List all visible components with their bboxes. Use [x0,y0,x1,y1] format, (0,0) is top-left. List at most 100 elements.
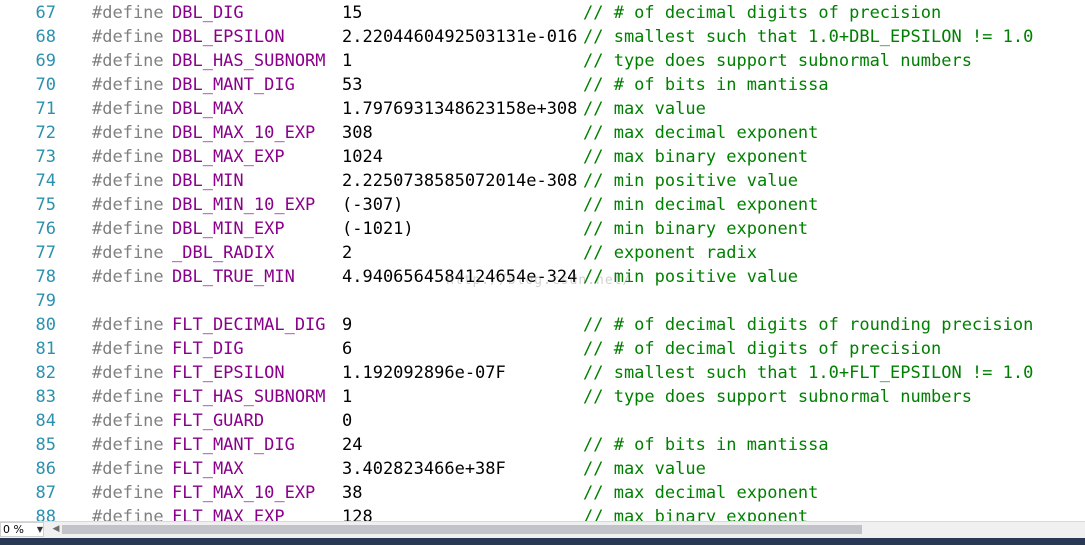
macro-name: FLT_DIG [172,339,244,359]
macro-value: 53 [342,75,363,95]
preprocessor-directive: #define [92,411,164,431]
line-number: 82 [35,363,56,383]
editor-status-bar: 0 % ▼ ◀ [0,521,1085,538]
macro-value: 2.2250738585072014e-308 [342,171,578,191]
macro-value: (-1021) [342,219,414,239]
macro-name: DBL_TRUE_MIN [172,267,295,287]
code-comment: // min binary exponent [583,219,809,239]
code-line[interactable]: 72 #define DBL_MAX_10_EXP 308 // max decimal… [0,121,1085,145]
macro-value: 1 [342,51,353,71]
code-line[interactable]: 75 #define DBL_MIN_10_EXP (-307) // min deci… [0,193,1085,217]
line-number: 69 [35,51,56,71]
line-number: 86 [35,459,56,479]
code-line[interactable]: 70 #define DBL_MANT_DIG 53 // # of bits in m… [0,73,1085,97]
code-comment: // # of decimal digits of rounding preci… [583,315,1034,335]
macro-name: FLT_MAX_EXP [172,507,285,521]
line-number: 68 [35,27,56,47]
macro-value: 0 [342,411,353,431]
code-line[interactable]: 82 #define FLT_EPSILON 1.192092896e-07F // s… [0,361,1085,385]
code-line[interactable]: 68 #define DBL_EPSILON 2.2204460492503131e-… [0,25,1085,49]
code-comment: // exponent radix [583,243,757,263]
macro-value: 1.7976931348623158e+308 [342,99,578,119]
line-number: 74 [35,171,56,191]
code-line[interactable]: 88 #define FLT_MAX_EXP 128 // max binary exp… [0,505,1085,521]
code-comment: // max binary exponent [583,147,809,167]
line-number: 85 [35,435,56,455]
preprocessor-directive: #define [92,99,164,119]
line-number: 80 [35,315,56,335]
macro-name: DBL_HAS_SUBNORM [172,51,326,71]
horizontal-scrollbar-thumb[interactable] [62,525,862,534]
macro-value: 1 [342,387,353,407]
code-line[interactable]: 87 #define FLT_MAX_10_EXP 38 // max decimal … [0,481,1085,505]
line-number: 88 [35,507,56,521]
code-line[interactable]: 85 #define FLT_MANT_DIG 24 // # of bits in m… [0,433,1085,457]
macro-name: DBL_MIN_10_EXP [172,195,316,215]
macro-value: (-307) [342,195,404,215]
macro-name: FLT_EPSILON [172,363,285,383]
line-number: 70 [35,75,56,95]
macro-name: DBL_MANT_DIG [172,75,295,95]
macro-value: 128 [342,507,373,521]
macro-value: 1.192092896e-07F [342,363,506,383]
code-comment: // max decimal exponent [583,483,819,503]
preprocessor-directive: #define [92,147,164,167]
scroll-left-icon[interactable]: ◀ [50,522,62,537]
code-comment: // # of bits in mantissa [583,435,829,455]
code-comment: // min positive value [583,171,798,191]
preprocessor-directive: #define [92,195,164,215]
line-number: 71 [35,99,56,119]
line-number: 84 [35,411,56,431]
code-line[interactable]: 81 #define FLT_DIG 6 // # of decimal digits … [0,337,1085,361]
code-editor[interactable]: 67 #define DBL_DIG 15 // # of decimal digits… [0,0,1085,521]
code-line[interactable]: 77 #define _DBL_RADIX 2 // exponent radix [0,241,1085,265]
preprocessor-directive: #define [92,459,164,479]
line-number: 87 [35,483,56,503]
preprocessor-directive: #define [92,387,164,407]
macro-name: FLT_MAX [172,459,244,479]
code-line[interactable]: 73 #define DBL_MAX_EXP 1024 // max binary ex… [0,145,1085,169]
code-line[interactable]: 83 #define FLT_HAS_SUBNORM 1 // type does su… [0,385,1085,409]
code-line[interactable]: 69 #define DBL_HAS_SUBNORM 1 // type does su… [0,49,1085,73]
macro-value: 38 [342,483,363,503]
line-number: 72 [35,123,56,143]
line-number: 79 [35,291,56,311]
code-line[interactable]: 86 #define FLT_MAX 3.402823466e+38F // max v… [0,457,1085,481]
preprocessor-directive: #define [92,435,164,455]
macro-value: 308 [342,123,373,143]
code-comment: // type does support subnormal numbers [583,387,972,407]
code-comment: // max value [583,99,706,119]
line-number: 78 [35,267,56,287]
code-line[interactable]: 71 #define DBL_MAX 1.7976931348623158e+308/… [0,97,1085,121]
code-comment: // min decimal exponent [583,195,819,215]
macro-name: FLT_MAX_10_EXP [172,483,316,503]
preprocessor-directive: #define [92,243,164,263]
preprocessor-directive: #define [92,507,164,521]
macro-name: DBL_MAX [172,99,244,119]
line-number: 81 [35,339,56,359]
preprocessor-directive: #define [92,363,164,383]
macro-value: 9 [342,315,353,335]
preprocessor-directive: #define [92,3,164,23]
macro-name: DBL_MIN_EXP [172,219,285,239]
macro-name: FLT_DECIMAL_DIG [172,315,326,335]
code-line[interactable]: 76 #define DBL_MIN_EXP (-1021) // min binary… [0,217,1085,241]
macro-name: DBL_DIG [172,3,244,23]
preprocessor-directive: #define [92,483,164,503]
code-line[interactable]: 74 #define DBL_MIN 2.2250738585072014e-308/… [0,169,1085,193]
preprocessor-directive: #define [92,267,164,287]
zoom-level-value: 0 % [3,523,24,536]
code-line[interactable]: 79 [0,289,1085,313]
macro-name: DBL_MAX_10_EXP [172,123,316,143]
macro-value: 15 [342,3,363,23]
code-comment: // max binary exponent [583,507,809,521]
preprocessor-directive: #define [92,315,164,335]
code-comment: // smallest such that 1.0+DBL_EPSILON !=… [583,27,1034,47]
code-comment: // # of bits in mantissa [583,75,829,95]
code-line[interactable]: 67 #define DBL_DIG 15 // # of decimal digits… [0,1,1085,25]
code-line[interactable]: 80 #define FLT_DECIMAL_DIG 9 // # of decimal… [0,313,1085,337]
code-comment: // # of decimal digits of precision [583,3,942,23]
code-line[interactable]: 84 #define FLT_GUARD 0 [0,409,1085,433]
macro-value: 2 [342,243,353,263]
chevron-down-icon[interactable]: ▼ [36,522,44,537]
